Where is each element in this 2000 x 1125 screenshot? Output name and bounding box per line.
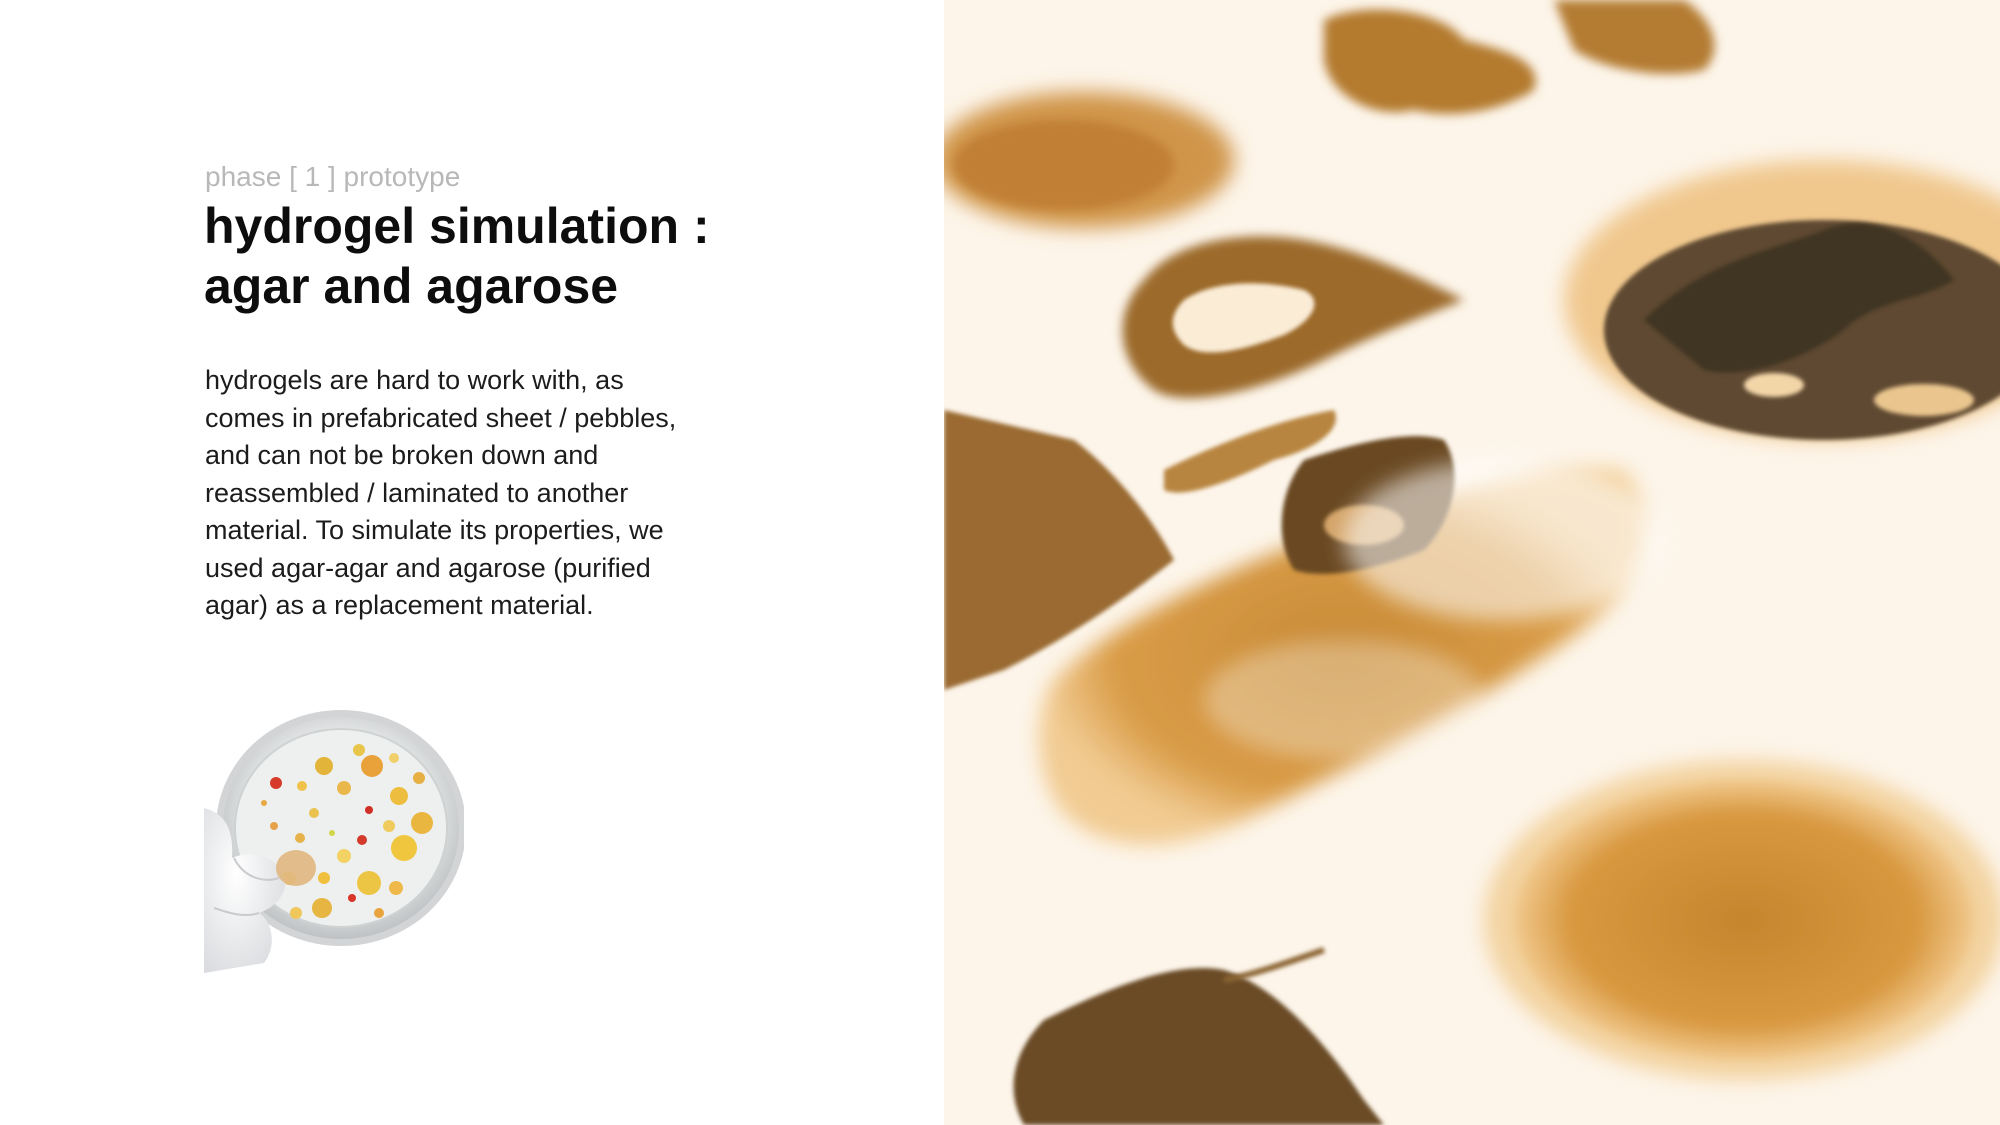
slide-title: hydrogel simulation : agar and agarose (204, 196, 764, 316)
body-line: hydrogels are hard to work with, as (205, 365, 624, 395)
slide-subtitle: phase [ 1 ] prototype (205, 161, 461, 192)
body-line: used agar-agar and agarose (purified (205, 552, 651, 583)
text-panel: phase [ 1 ] prototype hydrogel simulatio… (0, 0, 944, 1125)
body-line: reassembled / laminated to another (205, 477, 629, 508)
slide-body: hydrogels are hard to work with, as come… (205, 362, 725, 625)
body-line: material. To simulate its properties, we (205, 515, 664, 545)
body-line: agar) as a replacement material. (205, 590, 594, 620)
body-line: and can not be broken down and (205, 440, 599, 470)
body-line: comes in prefabricated sheet / pebbles, (205, 402, 677, 433)
title-line: agar and agarose (204, 258, 619, 314)
agar-samples-photo (944, 0, 2000, 1125)
title-line: hydrogel simulation : (204, 198, 710, 254)
petri-dish-image (204, 708, 464, 973)
